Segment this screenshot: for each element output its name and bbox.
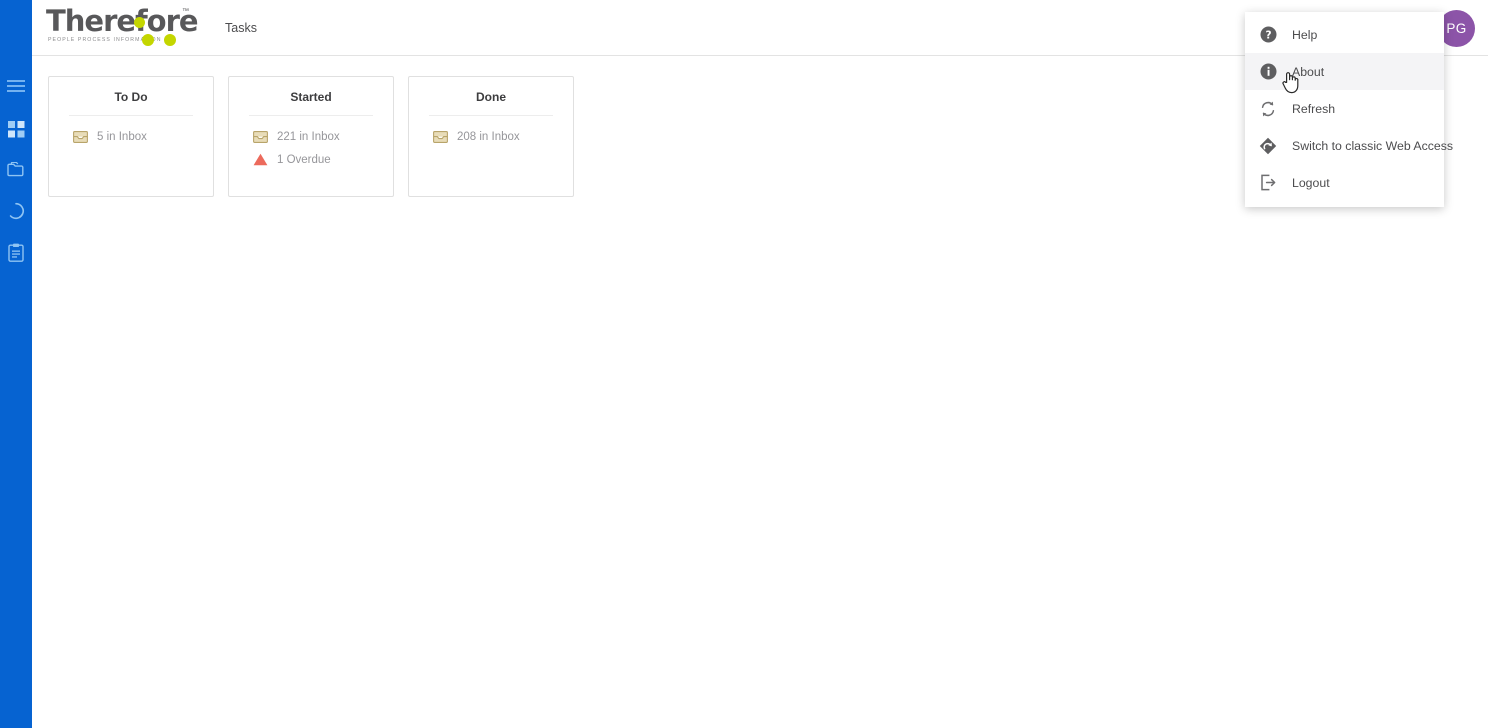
- task-card-row-inbox[interactable]: 5 in Inbox: [49, 125, 213, 148]
- user-menu: ? Help About Refresh Switch to classic W…: [1245, 12, 1453, 207]
- task-card-title: Started: [290, 90, 332, 104]
- menu-item-help[interactable]: ? Help: [1245, 16, 1444, 53]
- sidebar-item-tasks[interactable]: [0, 236, 32, 268]
- logo-trademark: ™: [182, 8, 189, 15]
- folder-icon: [6, 162, 26, 178]
- sidebar-item-workflow[interactable]: [0, 195, 32, 227]
- card-divider: [249, 115, 373, 116]
- menu-item-label: Logout: [1292, 175, 1330, 190]
- menu-item-label: Refresh: [1292, 101, 1336, 116]
- nav-item-tasks-label: Tasks: [225, 21, 257, 35]
- task-card-row-label: 208 in Inbox: [457, 130, 520, 143]
- dashboard-grid-icon: [7, 120, 25, 138]
- inbox-tray-icon: [432, 128, 449, 145]
- sidebar: [0, 0, 32, 728]
- task-card-row-overdue[interactable]: 1 Overdue: [229, 148, 393, 171]
- help-circle-icon: ?: [1257, 24, 1279, 46]
- sidebar-item-folders[interactable]: [0, 154, 32, 186]
- menu-item-label: Help: [1292, 27, 1318, 42]
- menu-item-label: Switch to classic Web Access: [1292, 138, 1454, 153]
- menu-item-about[interactable]: About: [1245, 53, 1444, 90]
- task-card-row-label: 1 Overdue: [277, 153, 331, 166]
- overdue-triangle-icon: [252, 151, 269, 168]
- menu-item-logout[interactable]: Logout: [1245, 164, 1444, 201]
- task-card-title: Done: [476, 90, 506, 104]
- refresh-icon: [1257, 98, 1279, 120]
- card-divider: [429, 115, 553, 116]
- workflow-circle-icon: [7, 202, 25, 220]
- task-card-title: To Do: [114, 90, 148, 104]
- inbox-tray-icon: [252, 128, 269, 145]
- task-card-rows: 5 in Inbox: [49, 125, 213, 148]
- task-card-row-label: 5 in Inbox: [97, 130, 147, 143]
- task-card-row-inbox[interactable]: 221 in Inbox: [229, 125, 393, 148]
- task-card-rows: 208 in Inbox: [409, 125, 573, 148]
- task-card-row-label: 221 in Inbox: [277, 130, 340, 143]
- task-status-cards: To Do 5 in Inbox Started 221 in Inbox 1 …: [48, 76, 574, 197]
- logo-accent-dot-1: [142, 34, 154, 46]
- task-card-rows: 221 in Inbox 1 Overdue: [229, 125, 393, 171]
- task-card-row-inbox[interactable]: 208 in Inbox: [409, 125, 573, 148]
- avatar-initials: PG: [1446, 21, 1467, 36]
- inbox-tray-icon: [72, 128, 89, 145]
- sidebar-item-dashboard[interactable]: [0, 113, 32, 145]
- task-card-done[interactable]: Done 208 in Inbox: [408, 76, 574, 197]
- logo-wordmark: Therefore: [46, 4, 199, 38]
- menu-item-label: About: [1292, 64, 1325, 79]
- nav-item-tasks[interactable]: Tasks: [225, 0, 257, 56]
- hamburger-icon: [7, 79, 25, 93]
- info-circle-icon: [1257, 61, 1279, 83]
- logout-icon: [1257, 172, 1279, 194]
- task-card-to-do[interactable]: To Do 5 in Inbox: [48, 76, 214, 197]
- logo-o-dot: [134, 17, 145, 28]
- menu-item-refresh[interactable]: Refresh: [1245, 90, 1444, 127]
- sidebar-item-menu-toggle[interactable]: [0, 70, 32, 102]
- clipboard-icon: [8, 243, 24, 262]
- logo-accent-dot-2: [164, 34, 176, 46]
- card-divider: [69, 115, 193, 116]
- switch-diamond-icon: [1257, 135, 1279, 157]
- menu-item-switch-to-classic[interactable]: Switch to classic Web Access: [1245, 127, 1453, 164]
- task-card-started[interactable]: Started 221 in Inbox 1 Overdue: [228, 76, 394, 197]
- svg-text:?: ?: [1265, 29, 1271, 41]
- therefore-logo[interactable]: Therefore ™ PEOPLE PROCESS INFORMATION: [46, 6, 206, 52]
